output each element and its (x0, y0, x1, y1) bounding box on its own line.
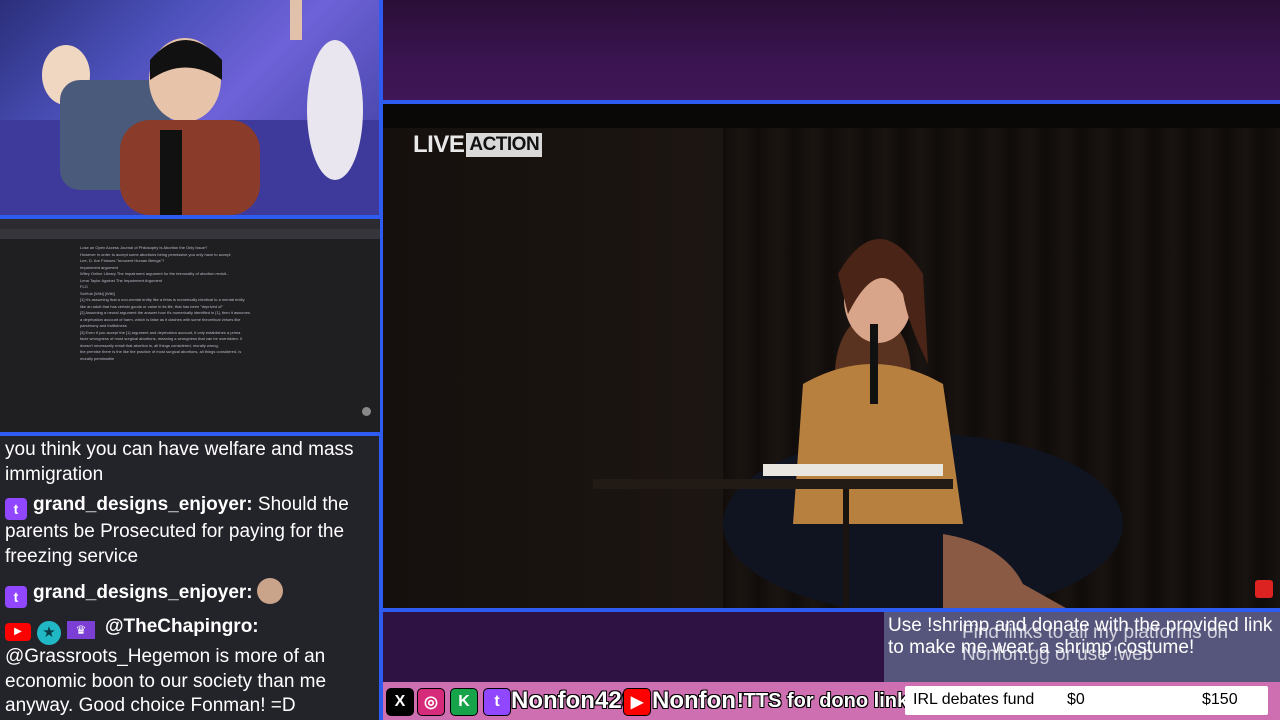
chat-message-text: you think you can have welfare and mass … (5, 439, 354, 485)
fund-progress-bar: IRL debates fund $0 $150 (905, 686, 1268, 715)
chat-message-text: @Grassroots_Hegemon is more of an econom… (5, 646, 327, 716)
star-badge-icon: ★ (37, 621, 61, 645)
webcam-feed (0, 0, 380, 215)
twitch-badge-icon: t (5, 498, 27, 520)
x-icon[interactable]: X (386, 688, 414, 716)
speaker-scene (593, 239, 1123, 612)
youtube-icon[interactable]: ▶ (623, 688, 651, 716)
fund-label: IRL debates fund (913, 691, 1035, 708)
browser-address-bar (0, 229, 380, 239)
webcam-scene (0, 0, 380, 215)
chat-username[interactable]: grand_designs_enjoyer: (33, 582, 253, 603)
youtube-badge-icon: ▶ (5, 623, 31, 641)
chat-username[interactable]: @TheChapingro: (105, 616, 259, 637)
emote-icon (256, 578, 283, 604)
doc-line: morally permissible (80, 355, 115, 361)
notice-box: Find links to all my platforms on Nonfon… (884, 612, 1280, 682)
twitch-badge-icon: t (5, 586, 27, 608)
chat-username[interactable]: grand_designs_enjoyer: (33, 494, 253, 515)
chat-message: you think you can have welfare and mass … (5, 438, 377, 487)
twitch-icon[interactable]: t (483, 688, 511, 716)
chat-message: t grand_designs_enjoyer: (5, 578, 377, 608)
chat-message: t grand_designs_enjoyer: Should the paren… (5, 493, 377, 569)
video-player[interactable] (383, 104, 1280, 612)
twitch-handle[interactable]: Nonfon420 (511, 686, 635, 716)
record-icon (1255, 580, 1273, 598)
live-action-logo: LIVE ACTION (413, 131, 543, 158)
crown-badge-icon: ♛ (67, 621, 95, 639)
kick-icon[interactable]: K (450, 688, 478, 716)
fund-goal: $150 (1202, 691, 1238, 708)
notice-shrimp-text: Use !shrimp and donate with the provided… (888, 615, 1273, 658)
tts-text: !TTS for dono link (737, 689, 909, 712)
scroll-to-top-icon[interactable] (362, 407, 371, 416)
browser-tab-bar (0, 219, 380, 229)
document-content: Lose an Open Access Journal of Philosoph… (80, 245, 300, 362)
overlay-top-band (383, 0, 1280, 102)
fund-current: $0 (1067, 691, 1085, 708)
instagram-icon[interactable]: ◎ (417, 688, 445, 716)
chat-panel: you think you can have welfare and mass … (0, 436, 379, 720)
chat-message: ▶ ★ ♛ @TheChapingro: @Grassroots_Hegemon is… (5, 615, 377, 719)
screen-capture: Lose an Open Access Journal of Philosoph… (0, 219, 380, 432)
youtube-handle[interactable]: Nonfon (652, 686, 736, 716)
